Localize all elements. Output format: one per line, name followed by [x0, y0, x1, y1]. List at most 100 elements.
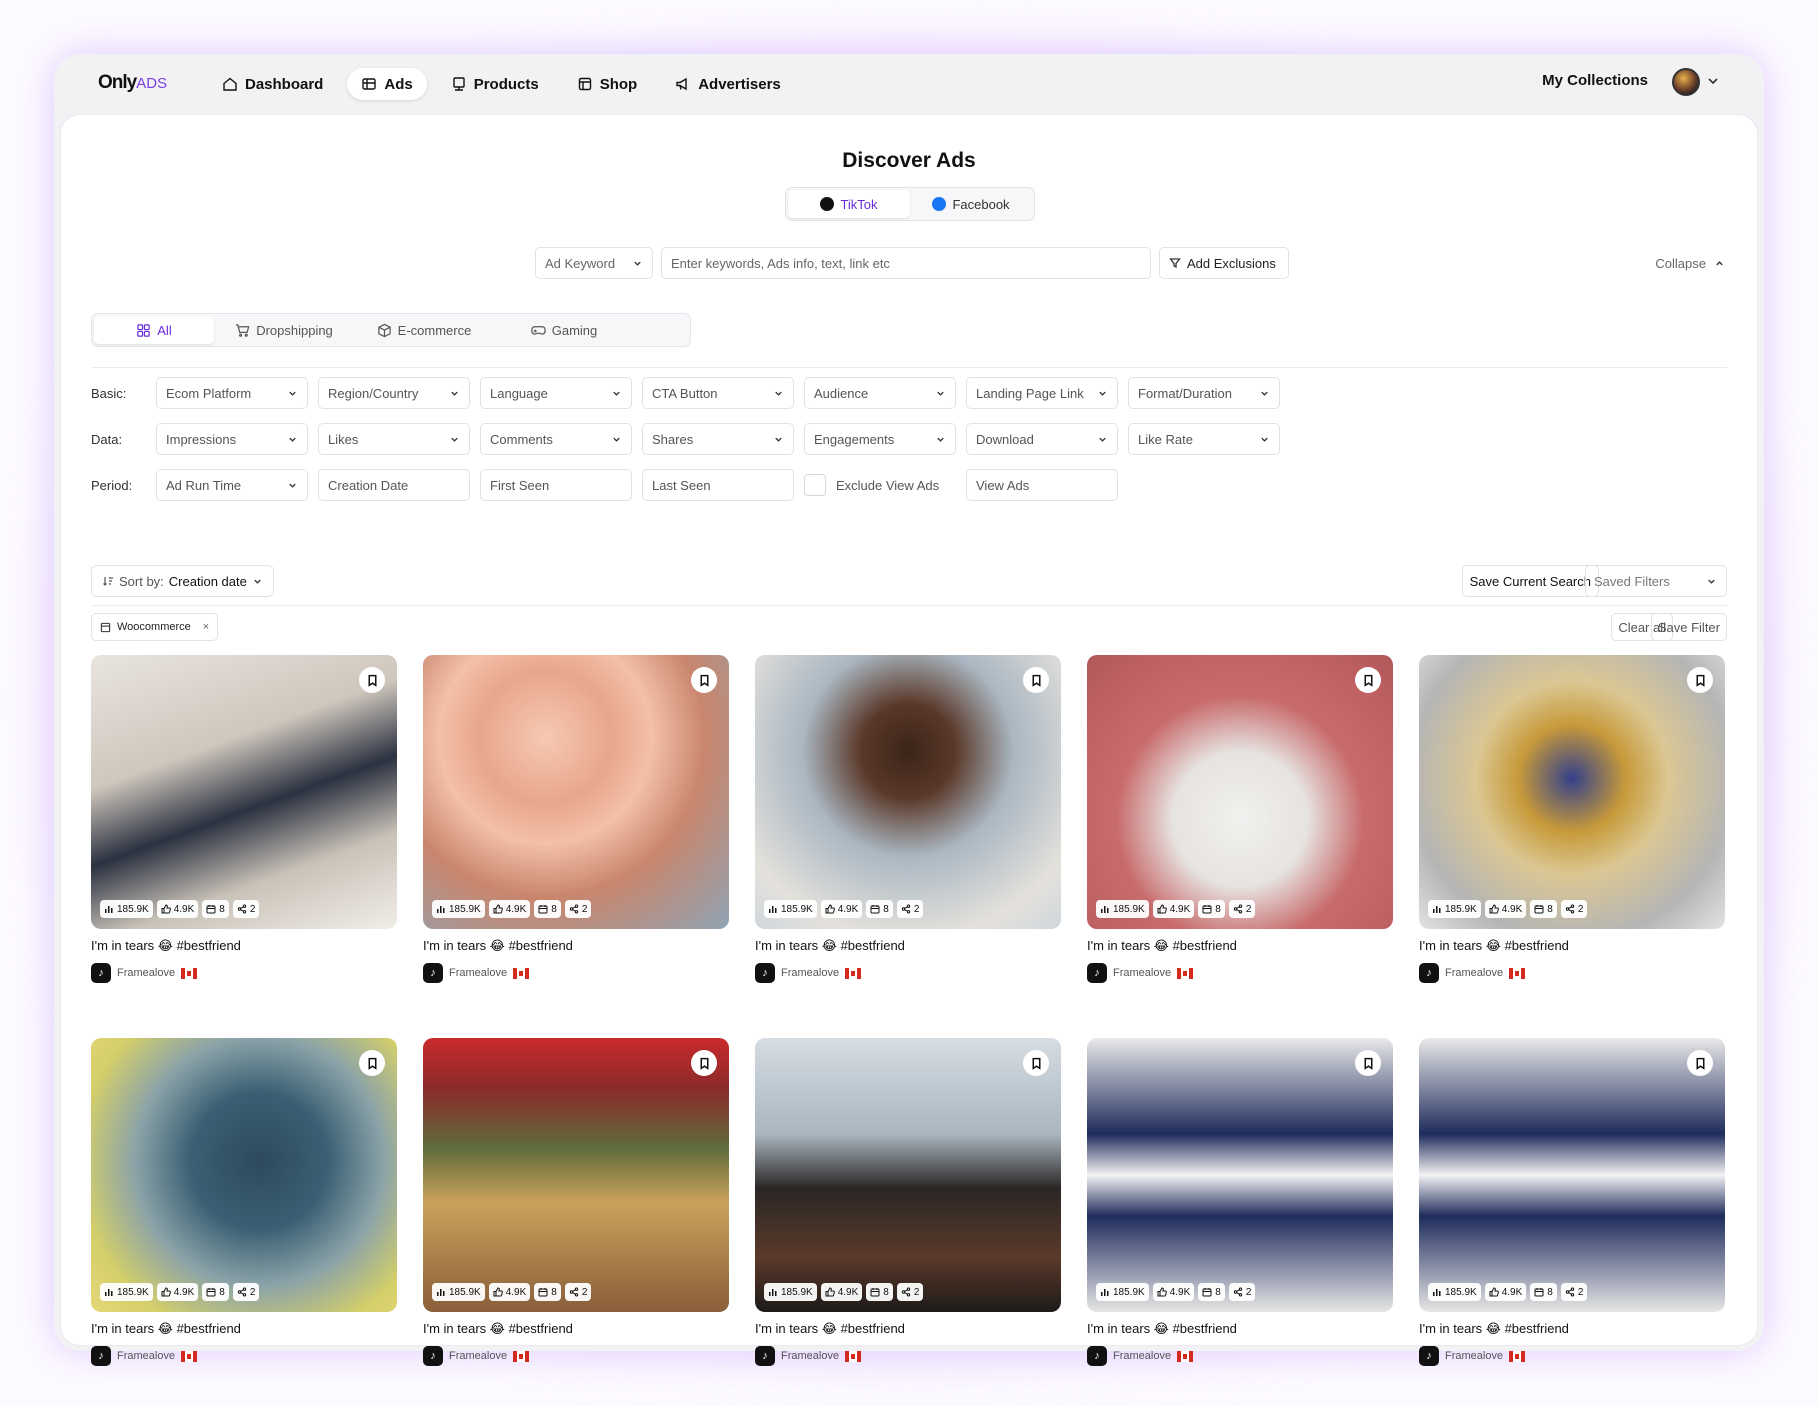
logo[interactable]: OnlyADS	[98, 72, 167, 94]
days-stat: 8	[202, 1283, 229, 1301]
ad-thumbnail[interactable]: 185.9K 4.9K 8 2	[755, 1038, 1061, 1312]
main-panel: Discover Ads TikTok Facebook Ad Keyword …	[60, 114, 1758, 1366]
chevron-down-icon[interactable]	[1706, 74, 1720, 88]
active-filter-tag[interactable]: Woocommerce ×	[91, 613, 219, 641]
ad-thumbnail[interactable]: 185.9K 4.9K 8 2	[423, 1038, 729, 1312]
collapse-button[interactable]: Collapse	[1655, 256, 1725, 271]
ad-card[interactable]: 185.9K 4.9K 8 2 I'm in tears 😂 #bestfrie…	[755, 1038, 1061, 1406]
save-current-search-button[interactable]: Save Current Search	[1461, 565, 1599, 597]
ad-author[interactable]: ♪ Framealove	[1087, 963, 1393, 983]
ad-stats: 185.9K 4.9K 8 2	[764, 1283, 924, 1301]
bookmark-icon[interactable]	[1023, 1050, 1049, 1076]
calendar-icon	[206, 1288, 216, 1297]
ad-thumbnail[interactable]: 185.9K 4.9K 8 2	[91, 1038, 397, 1312]
likes-stat: 4.9K	[156, 1283, 199, 1301]
ad-author[interactable]: ♪ Framealove	[91, 1346, 397, 1366]
bookmark-icon[interactable]	[1023, 667, 1049, 693]
filter-impressions[interactable]: Impressions	[156, 423, 308, 455]
filter-like-rate[interactable]: Like Rate	[1128, 423, 1280, 455]
ad-thumbnail[interactable]: 185.9K 4.9K 8 2	[1419, 655, 1725, 929]
ad-thumbnail[interactable]: 185.9K 4.9K 8 2	[423, 655, 729, 929]
nav-shop[interactable]: Shop	[563, 68, 652, 100]
ad-author[interactable]: ♪ Framealove	[1419, 963, 1725, 983]
sort-dropdown[interactable]: Sort by: Creation date	[91, 565, 274, 597]
tab-facebook[interactable]: Facebook	[910, 190, 1032, 218]
filter-comments[interactable]: Comments	[480, 423, 632, 455]
tab-all[interactable]: All	[94, 316, 214, 344]
nav-advertisers[interactable]: Advertisers	[661, 68, 795, 100]
ad-card[interactable]: 185.9K 4.9K 8 2 I'm in tears 😂 #bestfrie…	[91, 655, 397, 1038]
bookmark-icon[interactable]	[691, 1050, 717, 1076]
tab-dropshipping[interactable]: Dropshipping	[214, 316, 354, 344]
saved-filters-select[interactable]: Saved Filters	[1585, 565, 1727, 597]
ad-author[interactable]: ♪ Framealove	[91, 963, 397, 983]
filter-view-ads[interactable]: View Ads	[966, 469, 1118, 501]
filter-language[interactable]: Language	[480, 377, 632, 409]
filter-last-seen[interactable]: Last Seen	[642, 469, 794, 501]
ad-thumbnail[interactable]: 185.9K 4.9K 8 2	[91, 655, 397, 929]
likes-stat: 4.9K	[1152, 1283, 1195, 1301]
filter-engagements[interactable]: Engagements	[804, 423, 956, 455]
ad-thumbnail[interactable]: 185.9K 4.9K 8 2	[1087, 1038, 1393, 1312]
filter-shares[interactable]: Shares	[642, 423, 794, 455]
bookmark-icon[interactable]	[359, 667, 385, 693]
ad-author[interactable]: ♪ Framealove	[755, 1346, 1061, 1366]
tiktok-icon: ♪	[1419, 1346, 1439, 1366]
ad-card[interactable]: 185.9K 4.9K 8 2 I'm in tears 😂 #bestfrie…	[1419, 1038, 1725, 1406]
exclude-view-ads-toggle[interactable]: Exclude View Ads	[804, 469, 956, 501]
nav-products[interactable]: Products	[437, 68, 553, 100]
add-exclusions-button[interactable]: Add Exclusions	[1159, 247, 1289, 279]
ad-card[interactable]: 185.9K 4.9K 8 2 I'm in tears 😂 #bestfrie…	[1087, 655, 1393, 1038]
bookmark-icon[interactable]	[691, 667, 717, 693]
ad-author[interactable]: ♪ Framealove	[1087, 1346, 1393, 1366]
filter-ecom-platform[interactable]: Ecom Platform	[156, 377, 308, 409]
thumbs-up-icon	[1489, 1287, 1499, 1297]
bookmark-icon[interactable]	[1355, 1050, 1381, 1076]
bookmark-icon[interactable]	[1687, 667, 1713, 693]
avatar[interactable]	[1672, 68, 1700, 96]
nav-dashboard[interactable]: Dashboard	[208, 68, 337, 100]
days-stat: 8	[534, 1283, 561, 1301]
ad-thumbnail[interactable]: 185.9K 4.9K 8 2	[1087, 655, 1393, 929]
ad-card[interactable]: 185.9K 4.9K 8 2 I'm in tears 😂 #bestfrie…	[423, 655, 729, 1038]
ad-card[interactable]: 185.9K 4.9K 8 2 I'm in tears 😂 #bestfrie…	[423, 1038, 729, 1406]
filter-likes[interactable]: Likes	[318, 423, 470, 455]
ad-thumbnail[interactable]: 185.9K 4.9K 8 2	[755, 655, 1061, 929]
bookmark-icon[interactable]	[1687, 1050, 1713, 1076]
ad-card[interactable]: 185.9K 4.9K 8 2 I'm in tears 😂 #bestfrie…	[755, 655, 1061, 1038]
filter-download[interactable]: Download	[966, 423, 1118, 455]
days-stat: 8	[534, 900, 561, 918]
ad-author[interactable]: ♪ Framealove	[1419, 1346, 1725, 1366]
filter-cta-button[interactable]: CTA Button	[642, 377, 794, 409]
filter-region-country[interactable]: Region/Country	[318, 377, 470, 409]
tab-tiktok[interactable]: TikTok	[788, 190, 910, 218]
tab-ecommerce[interactable]: E-commerce	[354, 316, 494, 344]
ad-thumbnail[interactable]: 185.9K 4.9K 8 2	[1419, 1038, 1725, 1312]
filter-landing-page-link[interactable]: Landing Page Link	[966, 377, 1118, 409]
filter-format-duration[interactable]: Format/Duration	[1128, 377, 1280, 409]
bookmark-icon[interactable]	[359, 1050, 385, 1076]
nav-ads[interactable]: Ads	[347, 68, 427, 100]
my-collections-link[interactable]: My Collections	[1542, 72, 1648, 89]
ad-author[interactable]: ♪ Framealove	[423, 963, 729, 983]
filter-first-seen[interactable]: First Seen	[480, 469, 632, 501]
chevron-down-icon	[775, 391, 782, 396]
filter-audience[interactable]: Audience	[804, 377, 956, 409]
filter-creation-date[interactable]: Creation Date	[318, 469, 470, 501]
tab-gaming[interactable]: Gaming	[494, 316, 634, 344]
share-icon	[569, 904, 579, 914]
ad-card[interactable]: 185.9K 4.9K 8 2 I'm in tears 😂 #bestfrie…	[1087, 1038, 1393, 1406]
search-type-select[interactable]: Ad Keyword	[535, 247, 653, 279]
search-input[interactable]: Enter keywords, Ads info, text, link etc	[661, 247, 1151, 279]
save-filter-button[interactable]: Save Filter	[1650, 613, 1727, 641]
checkbox[interactable]	[804, 474, 826, 496]
ad-author[interactable]: ♪ Framealove	[423, 1346, 729, 1366]
ad-card[interactable]: 185.9K 4.9K 8 2 I'm in tears 😂 #bestfrie…	[91, 1038, 397, 1406]
ad-author[interactable]: ♪ Framealove	[755, 963, 1061, 983]
bookmark-icon[interactable]	[1355, 667, 1381, 693]
ad-card[interactable]: 185.9K 4.9K 8 2 I'm in tears 😂 #bestfrie…	[1419, 655, 1725, 1038]
calendar-icon	[870, 905, 880, 914]
filter-ad-run-time[interactable]: Ad Run Time	[156, 469, 308, 501]
shares-stat: 2	[564, 1283, 592, 1301]
close-icon[interactable]: ×	[203, 621, 209, 633]
